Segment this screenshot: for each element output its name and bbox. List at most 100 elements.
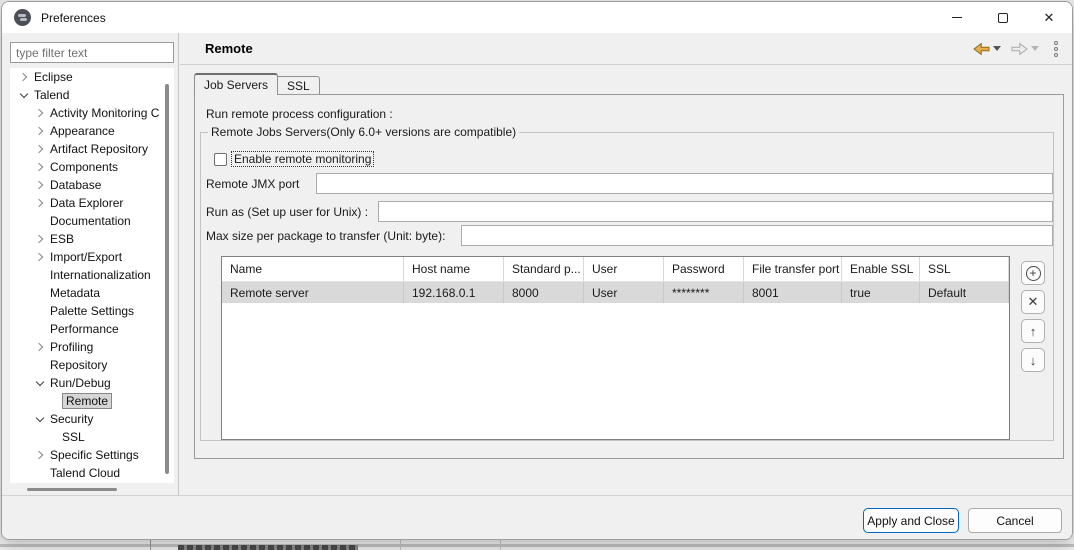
tree-item-data-explorer[interactable]: Data Explorer bbox=[10, 194, 174, 212]
enable-remote-monitoring-label: Enable remote monitoring bbox=[231, 151, 374, 167]
remote-jmx-port-label: Remote JMX port bbox=[206, 177, 299, 191]
move-up-row-button[interactable]: ↑ bbox=[1021, 319, 1045, 343]
tree-item-label: Specific Settings bbox=[50, 448, 139, 462]
tree-item-security[interactable]: Security bbox=[10, 410, 174, 428]
job-servers-table: NameHost nameStandard p...UserPasswordFi… bbox=[221, 256, 1010, 440]
tree-item-talend-cloud[interactable]: Talend Cloud bbox=[10, 464, 174, 482]
chevron-right-icon[interactable] bbox=[34, 107, 46, 119]
table-cell: true bbox=[842, 282, 920, 303]
chevron-right-icon[interactable] bbox=[34, 161, 46, 173]
maximize-button[interactable] bbox=[980, 2, 1026, 33]
tree-item-talend[interactable]: Talend bbox=[10, 86, 174, 104]
chevron-down-icon[interactable] bbox=[18, 89, 30, 101]
cancel-button[interactable]: Cancel bbox=[968, 508, 1062, 533]
table-header-row: NameHost nameStandard p...UserPasswordFi… bbox=[222, 257, 1009, 282]
tree-item-repository[interactable]: Repository bbox=[10, 356, 174, 374]
chevron-down-icon[interactable] bbox=[34, 413, 46, 425]
tree-item-appearance[interactable]: Appearance bbox=[10, 122, 174, 140]
chevron-right-icon[interactable] bbox=[18, 71, 30, 83]
tree-item-label: Remote bbox=[62, 393, 112, 409]
chevron-right-icon[interactable] bbox=[34, 251, 46, 263]
tree-horizontal-scrollbar[interactable] bbox=[27, 488, 117, 491]
chevron-down-icon[interactable] bbox=[34, 377, 46, 389]
remote-jmx-port-input[interactable] bbox=[316, 173, 1053, 194]
tree-item-ssl[interactable]: SSL bbox=[10, 428, 174, 446]
tree-item-documentation[interactable]: Documentation bbox=[10, 212, 174, 230]
job-servers-tab-pane: Run remote process configuration : Remot… bbox=[194, 94, 1064, 459]
tree-item-label: Eclipse bbox=[34, 70, 73, 84]
table-cell: 192.168.0.1 bbox=[404, 282, 504, 303]
chevron-right-icon[interactable] bbox=[34, 233, 46, 245]
tree-item-label: Import/Export bbox=[50, 250, 122, 264]
table-cell: Remote server bbox=[222, 282, 404, 303]
chevron-right-icon[interactable] bbox=[34, 197, 46, 209]
column-header-file-transfer-port[interactable]: File transfer port bbox=[744, 257, 842, 281]
chevron-right-icon[interactable] bbox=[34, 125, 46, 137]
tree-item-internationalization[interactable]: Internationalization bbox=[10, 266, 174, 284]
tree-item-esb[interactable]: ESB bbox=[10, 230, 174, 248]
close-button[interactable]: ✕ bbox=[1026, 2, 1072, 33]
tree-item-palette-settings[interactable]: Palette Settings bbox=[10, 302, 174, 320]
column-header-standard-p[interactable]: Standard p... bbox=[504, 257, 584, 281]
titlebar: Preferences ✕ bbox=[2, 2, 1072, 33]
enable-remote-monitoring-checkbox[interactable] bbox=[214, 153, 227, 166]
preferences-dialog: Preferences ✕ Eclipse Talend Activity Moni… bbox=[1, 1, 1073, 540]
column-header-name[interactable]: Name bbox=[222, 257, 404, 281]
run-remote-config-label: Run remote process configuration : bbox=[206, 107, 393, 121]
tree-item-label: Activity Monitoring C bbox=[50, 106, 159, 120]
chevron-right-icon[interactable] bbox=[34, 143, 46, 155]
tree-item-database[interactable]: Database bbox=[10, 176, 174, 194]
tree-item-run-debug[interactable]: Run/Debug bbox=[10, 374, 174, 392]
max-size-input[interactable] bbox=[461, 225, 1053, 246]
add-row-button[interactable]: + bbox=[1021, 261, 1045, 285]
filter-input[interactable] bbox=[10, 42, 174, 63]
move-down-row-button[interactable]: ↓ bbox=[1021, 348, 1045, 372]
table-cell: 8001 bbox=[744, 282, 842, 303]
chevron-right-icon[interactable] bbox=[34, 449, 46, 461]
column-header-password[interactable]: Password bbox=[664, 257, 744, 281]
tree-item-metadata[interactable]: Metadata bbox=[10, 284, 174, 302]
table-row[interactable]: Remote server192.168.0.18000User********… bbox=[222, 282, 1009, 303]
close-icon: ✕ bbox=[1044, 11, 1055, 24]
tree-item-remote[interactable]: Remote bbox=[10, 392, 174, 410]
tree-item-label: Metadata bbox=[50, 286, 100, 300]
forward-history-caret bbox=[1031, 46, 1039, 51]
tab-ssl[interactable]: SSL bbox=[278, 76, 320, 95]
tree-item-profiling[interactable]: Profiling bbox=[10, 338, 174, 356]
minimize-button[interactable] bbox=[934, 2, 980, 33]
tree-item-label: Internationalization bbox=[50, 268, 151, 282]
tree-item-artifact-repository[interactable]: Artifact Repository bbox=[10, 140, 174, 158]
view-menu-icon[interactable] bbox=[1052, 39, 1060, 59]
tree-item-eclipse[interactable]: Eclipse bbox=[10, 68, 174, 86]
forward-button[interactable] bbox=[1008, 40, 1042, 58]
main-panel: Remote bbox=[180, 33, 1072, 495]
back-button[interactable] bbox=[970, 40, 1004, 58]
table-cell: ******** bbox=[664, 282, 744, 303]
tree-item-label: Components bbox=[50, 160, 118, 174]
column-header-host-name[interactable]: Host name bbox=[404, 257, 504, 281]
run-as-input[interactable] bbox=[378, 201, 1053, 222]
tree-vertical-scrollbar[interactable] bbox=[165, 84, 169, 474]
screen: Preferences ✕ Eclipse Talend Activity Moni… bbox=[0, 0, 1074, 550]
sidebar: Eclipse Talend Activity Monitoring C Appear… bbox=[2, 33, 179, 495]
chevron-right-icon[interactable] bbox=[34, 179, 46, 191]
column-header-ssl[interactable]: SSL bbox=[920, 257, 1009, 281]
column-header-user[interactable]: User bbox=[584, 257, 664, 281]
talend-app-icon bbox=[14, 9, 31, 26]
chevron-right-icon[interactable] bbox=[34, 341, 46, 353]
tree-item-performance[interactable]: Performance bbox=[10, 320, 174, 338]
main-header: Remote bbox=[180, 33, 1072, 65]
tree-item-label: Documentation bbox=[50, 214, 131, 228]
remove-row-button[interactable]: ✕ bbox=[1021, 290, 1045, 314]
group-label: Remote Jobs Servers(Only 6.0+ versions a… bbox=[208, 125, 519, 139]
maximize-icon bbox=[998, 13, 1008, 23]
tree-item-import-export[interactable]: Import/Export bbox=[10, 248, 174, 266]
tree-item-activity-monitoring-c[interactable]: Activity Monitoring C bbox=[10, 104, 174, 122]
back-arrow-icon bbox=[973, 42, 990, 56]
tree-item-components[interactable]: Components bbox=[10, 158, 174, 176]
column-header-enable-ssl[interactable]: Enable SSL bbox=[842, 257, 920, 281]
apply-and-close-button[interactable]: Apply and Close bbox=[863, 508, 959, 533]
tab-job-servers[interactable]: Job Servers bbox=[194, 73, 278, 95]
run-as-label: Run as (Set up user for Unix) : bbox=[206, 205, 368, 219]
tree-item-specific-settings[interactable]: Specific Settings bbox=[10, 446, 174, 464]
